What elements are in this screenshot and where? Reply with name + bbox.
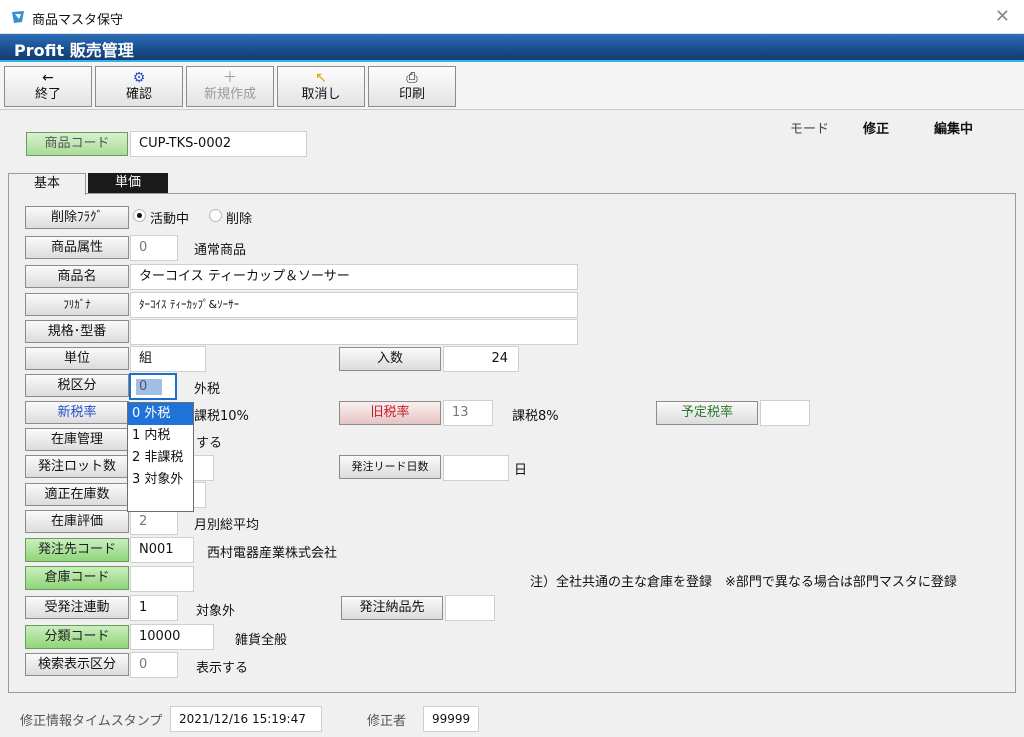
valuation-field[interactable]: 2 xyxy=(130,509,178,535)
unit-button[interactable]: 単位 xyxy=(25,347,129,370)
dropdown-option[interactable]: 3 対象外 xyxy=(128,469,193,491)
app-icon xyxy=(12,11,24,23)
product-name-field[interactable]: ターコイス ティーカップ＆ソーサー xyxy=(130,264,578,290)
warehouse-code-field[interactable] xyxy=(130,566,194,592)
new-rate-button[interactable]: 新税率 xyxy=(25,401,129,424)
attribute-button[interactable]: 商品属性 xyxy=(25,236,129,259)
edit-state: 編集中 xyxy=(934,122,974,137)
lead-days-field[interactable] xyxy=(443,455,509,481)
lead-days-button[interactable]: 発注リード日数 xyxy=(339,455,441,479)
modifier-label: 修正者 xyxy=(367,714,407,729)
search-display-button[interactable]: 検索表示区分 xyxy=(25,653,129,676)
undo-icon: ↖ xyxy=(315,70,327,86)
supplier-code-field[interactable]: N001 xyxy=(130,537,194,563)
printer-icon: ⎙ xyxy=(406,70,418,86)
product-code-button[interactable]: 商品コード xyxy=(26,132,128,156)
order-link-button[interactable]: 受発注連動 xyxy=(25,596,129,619)
name-button[interactable]: 商品名 xyxy=(25,265,129,288)
attribute-field[interactable]: 0 xyxy=(130,235,178,261)
planned-rate-button[interactable]: 予定税率 xyxy=(656,401,758,425)
timestamp-field: 2021/12/16 15:19:47 xyxy=(170,706,322,732)
spec-field[interactable] xyxy=(130,319,578,345)
search-display-field[interactable]: 0 xyxy=(130,652,178,678)
old-rate-button[interactable]: 旧税率 xyxy=(339,401,441,425)
timestamp-label: 修正情報タイムスタンプ xyxy=(20,714,163,729)
proper-stock-button[interactable]: 適正在庫数 xyxy=(25,483,129,506)
plus-icon: ＋ xyxy=(223,70,237,86)
order-link-field[interactable]: 1 xyxy=(130,595,178,621)
quantity-field[interactable]: 24 xyxy=(443,346,519,372)
status-bar: 修正情報タイムスタンプ 2021/12/16 15:19:47 修正者 9999… xyxy=(0,700,1024,737)
radio-active[interactable] xyxy=(133,209,146,222)
delete-flag-button[interactable]: 削除ﾌﾗｸﾞ xyxy=(25,206,129,229)
dropdown-option[interactable]: 0 外税 xyxy=(128,403,193,425)
delivery-field[interactable] xyxy=(445,595,495,621)
window-titlebar: 商品マスタ保守 ✕ xyxy=(0,0,1024,34)
tax-class-selected: 0 xyxy=(136,379,162,395)
new-button[interactable]: ＋ 新規作成 xyxy=(186,66,274,107)
tax-class-button[interactable]: 税区分 xyxy=(25,374,129,397)
order-lot-button[interactable]: 発注ロット数 xyxy=(25,455,129,478)
furigana-button[interactable]: ﾌﾘｶﾞﾅ xyxy=(25,293,129,316)
confirm-button[interactable]: ⚙ 確認 xyxy=(95,66,183,107)
old-rate-field[interactable]: 13 xyxy=(443,400,493,426)
furigana-field[interactable]: ﾀｰｺｲｽ ﾃｨｰｶｯﾌﾟ&ｿｰｻｰ xyxy=(130,292,578,318)
exit-button[interactable]: ← 終了 xyxy=(4,66,92,107)
warehouse-note: 注）全社共通の主な倉庫を登録 ※部門で異なる場合は部門マスタに登録 xyxy=(530,575,957,590)
tax-class-input[interactable]: 0 xyxy=(129,373,177,400)
radio-deleted[interactable] xyxy=(209,209,222,222)
category-code-button[interactable]: 分類コード xyxy=(25,625,129,649)
delivery-button[interactable]: 発注納品先 xyxy=(341,596,443,620)
modifier-field: 99999 xyxy=(423,706,479,732)
cancel-button[interactable]: ↖ 取消し xyxy=(277,66,365,107)
app-banner: Profit 販売管理 xyxy=(0,34,1024,62)
mode-value: 修正 xyxy=(863,122,890,137)
tax-class-dropdown: 0 外税 1 内税 2 非課税 3 対象外 xyxy=(127,402,194,512)
tab-basic[interactable]: 基本 xyxy=(8,173,86,195)
mode-label: モード xyxy=(790,122,830,137)
dropdown-option[interactable]: 1 内税 xyxy=(128,425,193,447)
planned-rate-field[interactable] xyxy=(760,400,810,426)
window-title: 商品マスタ保守 xyxy=(32,13,124,28)
toolbar: ← 終了 ⚙ 確認 ＋ 新規作成 ↖ 取消し ⎙ 印刷 xyxy=(0,62,1024,110)
spec-button[interactable]: 規格･型番 xyxy=(25,320,129,343)
quantity-button[interactable]: 入数 xyxy=(339,347,441,371)
warehouse-code-button[interactable]: 倉庫コード xyxy=(25,566,129,590)
dropdown-option[interactable]: 2 非課税 xyxy=(128,447,193,469)
brand-title: Profit 販売管理 xyxy=(14,41,134,60)
category-code-field[interactable]: 10000 xyxy=(130,624,214,650)
unit-field[interactable]: 組 xyxy=(130,346,206,372)
gear-icon: ⚙ xyxy=(132,70,146,86)
supplier-code-button[interactable]: 発注先コード xyxy=(25,538,129,562)
stock-mgmt-button[interactable]: 在庫管理 xyxy=(25,428,129,451)
tab-unit-price[interactable]: 単価 xyxy=(88,173,168,194)
close-icon[interactable]: ✕ xyxy=(995,6,1010,27)
print-button[interactable]: ⎙ 印刷 xyxy=(368,66,456,107)
arrow-left-icon: ← xyxy=(42,70,54,86)
product-code-field[interactable]: CUP-TKS-0002 xyxy=(130,131,307,157)
valuation-button[interactable]: 在庫評価 xyxy=(25,510,129,533)
